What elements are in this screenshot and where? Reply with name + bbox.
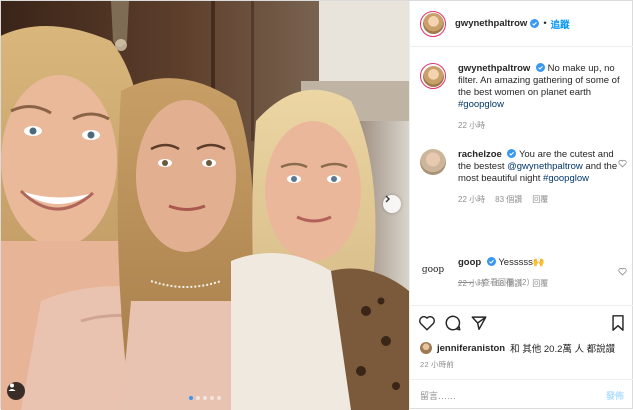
carousel-dot bbox=[210, 396, 214, 400]
caption-avatar[interactable] bbox=[420, 63, 446, 89]
small-heart-icon[interactable] bbox=[618, 267, 627, 276]
comment-time: 22 小時 bbox=[458, 195, 486, 204]
comment-time: 22 小時 bbox=[458, 279, 486, 288]
comment-likes[interactable]: 83 個讚 bbox=[495, 194, 522, 206]
post-header: gwynethpaltrow • 追蹤 bbox=[410, 1, 633, 47]
comments-list: gwynethpaltrow No make up, no filter. An… bbox=[410, 47, 633, 305]
carousel-dot bbox=[217, 396, 221, 400]
likes-summary: jenniferaniston 和 其他 20.2萬 人 都說讚 bbox=[410, 340, 633, 356]
comment-username[interactable]: goop bbox=[458, 257, 481, 268]
share-icon[interactable] bbox=[470, 314, 488, 332]
post-comment-button[interactable]: 發佈 bbox=[606, 389, 624, 402]
tagged-users-button[interactable] bbox=[7, 382, 25, 400]
user-tag-icon bbox=[8, 383, 16, 391]
comment-hashtag[interactable]: #goopglow bbox=[543, 173, 589, 184]
comment-avatar[interactable] bbox=[420, 149, 446, 175]
comment-icon[interactable] bbox=[444, 314, 462, 332]
comment-username[interactable]: rachelzoe bbox=[458, 149, 502, 160]
author-avatar[interactable] bbox=[420, 10, 446, 37]
caption-hashtag[interactable]: #goopglow bbox=[458, 99, 504, 110]
action-bar bbox=[410, 306, 633, 340]
verified-badge-icon bbox=[486, 257, 496, 266]
author-username[interactable]: gwynethpaltrow bbox=[455, 18, 527, 29]
carousel-dot bbox=[189, 396, 193, 400]
comment-text: Yesssss🙌 bbox=[498, 257, 545, 268]
next-photo-button[interactable] bbox=[383, 195, 401, 213]
post-actions-section: jenniferaniston 和 其他 20.2萬 人 都說讚 22 小時前 bbox=[410, 305, 633, 370]
caption-time: 22 小時 bbox=[458, 121, 486, 130]
verified-badge-icon bbox=[535, 63, 545, 72]
post-caption: gwynethpaltrow No make up, no filter. An… bbox=[420, 63, 620, 132]
comment-item: rachelzoe You are the cutest and the bes… bbox=[420, 149, 627, 206]
carousel-dot bbox=[196, 396, 200, 400]
comment-mention[interactable]: @gwynethpaltrow bbox=[507, 161, 583, 172]
chevron-right-icon bbox=[385, 195, 390, 203]
post-photo[interactable] bbox=[1, 1, 409, 410]
comment-item: goop goop Yesssss🙌 22 小時 58 個讚 回覆 bbox=[420, 257, 627, 290]
comment-reply-button[interactable]: 回覆 bbox=[532, 278, 548, 290]
small-heart-icon[interactable] bbox=[618, 159, 627, 168]
verified-badge-icon bbox=[507, 149, 517, 158]
save-icon[interactable] bbox=[610, 314, 626, 332]
comment-likes[interactable]: 58 個讚 bbox=[495, 278, 522, 290]
follow-button[interactable]: 追蹤 bbox=[551, 17, 570, 31]
post-side-panel: gwynethpaltrow • 追蹤 gwynethpaltrow No ma… bbox=[409, 1, 633, 410]
caption-username[interactable]: gwynethpaltrow bbox=[458, 63, 530, 74]
heart-icon[interactable] bbox=[418, 314, 436, 332]
carousel-dot bbox=[203, 396, 207, 400]
liker-username[interactable]: jenniferaniston bbox=[437, 343, 505, 354]
carousel-indicator bbox=[1, 396, 409, 400]
liker-avatar[interactable] bbox=[420, 342, 432, 354]
add-comment-bar: 留言…… 發佈 bbox=[410, 379, 633, 410]
post-timestamp: 22 小時前 bbox=[420, 360, 455, 369]
goop-avatar[interactable]: goop bbox=[420, 257, 446, 283]
comment-input[interactable]: 留言…… bbox=[420, 389, 606, 402]
follow-separator: • bbox=[543, 18, 547, 29]
verified-badge-icon bbox=[530, 19, 540, 28]
likes-text[interactable]: 和 其他 20.2萬 人 都說讚 bbox=[510, 341, 615, 355]
instagram-post: gwynethpaltrow • 追蹤 gwynethpaltrow No ma… bbox=[0, 0, 633, 410]
comment-reply-button[interactable]: 回覆 bbox=[532, 194, 548, 206]
photo-illustration bbox=[1, 1, 409, 410]
